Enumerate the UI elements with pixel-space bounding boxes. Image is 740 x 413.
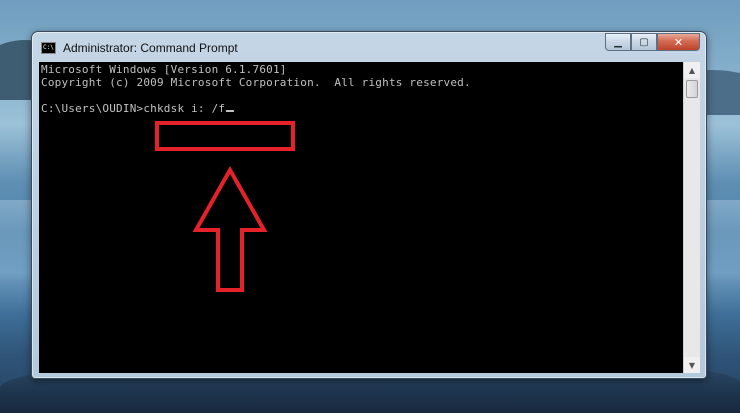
console-command-line[interactable]: C:\Users\OUDIN>chkdsk i: /f <box>41 102 235 115</box>
command-prompt-icon[interactable]: C:\ <box>41 42 56 54</box>
scroll-thumb[interactable] <box>686 80 698 98</box>
console-copyright-line: Copyright (c) 2009 Microsoft Corporation… <box>41 76 471 89</box>
close-button[interactable]: ✕ <box>657 33 700 51</box>
console-prompt: C:\Users\OUDIN> <box>41 102 144 115</box>
console-version-line: Microsoft Windows [Version 6.1.7601] <box>41 63 287 76</box>
console-output[interactable]: Microsoft Windows [Version 6.1.7601] Cop… <box>39 62 683 373</box>
up-arrow-outline-icon <box>192 166 268 292</box>
maximize-button[interactable]: ▢ <box>631 33 657 51</box>
vertical-scrollbar[interactable]: ▲ ▼ <box>683 62 700 373</box>
command-highlight-box <box>155 121 295 151</box>
console-command-input[interactable]: chkdsk i: /f <box>143 102 225 115</box>
scroll-down-button[interactable]: ▼ <box>684 357 700 373</box>
window-title: Administrator: Command Prompt <box>63 41 238 55</box>
text-cursor <box>226 110 235 112</box>
title-bar[interactable]: C:\ Administrator: Command Prompt ▁ ▢ ✕ <box>32 32 706 62</box>
minimize-button[interactable]: ▁ <box>605 33 631 51</box>
command-prompt-window[interactable]: C:\ Administrator: Command Prompt ▁ ▢ ✕ … <box>31 31 707 379</box>
scroll-up-button[interactable]: ▲ <box>684 62 700 78</box>
window-controls: ▁ ▢ ✕ <box>605 33 700 51</box>
